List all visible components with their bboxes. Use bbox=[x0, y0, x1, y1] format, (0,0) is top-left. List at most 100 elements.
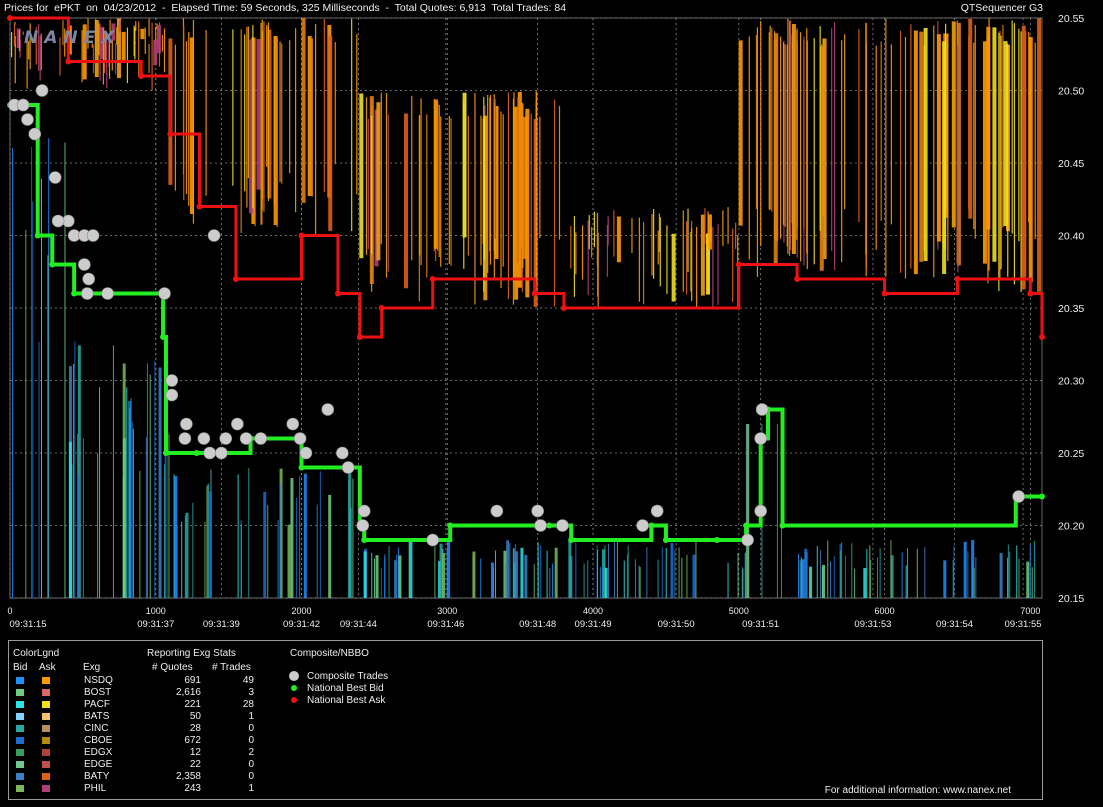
composite-trade-marker bbox=[28, 127, 42, 141]
bid-point bbox=[447, 522, 454, 529]
y-tick-label: 20.20 bbox=[1058, 521, 1084, 533]
time-tick-label: 09:31:55 bbox=[1005, 619, 1042, 630]
composite-trade-marker bbox=[336, 446, 349, 460]
composite-legend-marker bbox=[289, 671, 299, 681]
exchange-name: CBOE bbox=[84, 735, 113, 746]
trade-count: 0 bbox=[248, 735, 254, 746]
quote-count: 221 bbox=[184, 699, 201, 710]
composite-trade-marker bbox=[254, 432, 268, 445]
composite-trade-marker bbox=[741, 533, 754, 547]
composite-trade-marker bbox=[158, 287, 171, 300]
ask-point bbox=[334, 290, 341, 297]
quote-count: 28 bbox=[189, 723, 201, 734]
time-tick-label: 09:31:37 bbox=[137, 619, 174, 630]
ask-point bbox=[1039, 334, 1045, 340]
ask-column-header: Ask bbox=[39, 662, 56, 673]
trade-count: 0 bbox=[248, 771, 254, 782]
y-tick-label: 20.50 bbox=[1058, 86, 1084, 98]
composite-trade-marker bbox=[178, 432, 192, 445]
color-legend-title: ColorLgnd bbox=[13, 648, 60, 659]
bid-color-swatch bbox=[16, 677, 24, 684]
quote-count: 2,358 bbox=[175, 771, 201, 782]
x-tick-label: 2000 bbox=[292, 606, 312, 616]
ask-point bbox=[954, 276, 961, 282]
exchange-name: PHIL bbox=[84, 783, 107, 794]
trade-count: 1 bbox=[248, 711, 254, 722]
time-tick-label: 09:31:46 bbox=[427, 619, 464, 630]
composite-trade-marker bbox=[650, 504, 664, 518]
x-tick-label: 4000 bbox=[583, 606, 603, 616]
bid-point bbox=[568, 537, 575, 543]
composite-trade-marker bbox=[207, 229, 221, 242]
legend-panel: ColorLgnd Bid Ask Exg Reporting Exg Stat… bbox=[8, 640, 1043, 800]
y-tick-label: 20.15 bbox=[1058, 593, 1084, 605]
bid-point bbox=[34, 232, 41, 239]
composite-trade-marker bbox=[534, 519, 547, 532]
composite-trade-marker bbox=[636, 519, 649, 532]
bid-point bbox=[160, 334, 167, 340]
bid-color-swatch bbox=[16, 737, 24, 744]
trade-count: 49 bbox=[242, 675, 254, 686]
bid-point bbox=[743, 522, 750, 529]
stats-title: Reporting Exg Stats bbox=[147, 648, 236, 659]
ask-color-swatch bbox=[42, 749, 50, 756]
y-tick-label: 20.30 bbox=[1058, 376, 1084, 388]
composite-trade-marker bbox=[219, 432, 233, 445]
bid-point bbox=[779, 522, 786, 529]
composite-trade-marker bbox=[101, 287, 114, 300]
composite-trade-marker bbox=[293, 432, 307, 445]
quotes-column-header: # Quotes bbox=[152, 662, 193, 673]
bid-column-header: Bid bbox=[13, 662, 28, 673]
trade-count: 28 bbox=[242, 699, 254, 710]
ask-color-swatch bbox=[42, 677, 50, 684]
composite-trade-marker bbox=[341, 461, 355, 474]
quote-count: 691 bbox=[184, 675, 201, 686]
bid-color-swatch bbox=[16, 749, 24, 756]
composite-trade-marker bbox=[51, 214, 65, 228]
x-tick-label: 1000 bbox=[146, 606, 166, 616]
bid-point bbox=[546, 522, 553, 529]
composite-trade-marker bbox=[357, 504, 371, 518]
bid-color-swatch bbox=[16, 761, 24, 768]
nanex-watermark: NANEX bbox=[24, 28, 120, 48]
composite-trade-marker bbox=[78, 258, 91, 271]
bid-color-swatch bbox=[16, 701, 24, 708]
quote-count: 50 bbox=[189, 711, 201, 722]
trade-count: 1 bbox=[248, 783, 254, 794]
bid-point bbox=[361, 537, 368, 543]
price-chart: 20.15 20.20 20.25 20.30 20.35 20.40 20.45 20.50… bbox=[7, 13, 1084, 630]
composite-trade-marker bbox=[556, 519, 569, 532]
ask-color-swatch bbox=[42, 785, 50, 792]
composite-trade-marker bbox=[16, 98, 30, 112]
quote-count: 243 bbox=[184, 783, 201, 794]
ask-point bbox=[65, 58, 72, 65]
ask-color-swatch bbox=[42, 737, 50, 744]
bid-point bbox=[71, 290, 78, 297]
composite-trade-marker bbox=[21, 113, 34, 126]
composite-legend-label: National Best Bid bbox=[307, 683, 384, 694]
ask-point bbox=[429, 276, 436, 282]
composite-trade-marker bbox=[215, 446, 228, 460]
composite-trade-marker bbox=[35, 84, 49, 97]
trade-count: 0 bbox=[248, 759, 254, 770]
trade-count: 2 bbox=[248, 747, 254, 758]
exchange-name: EDGX bbox=[84, 747, 113, 758]
trades-column-header: # Trades bbox=[212, 662, 251, 673]
composite-trade-marker bbox=[80, 287, 94, 300]
ask-color-swatch bbox=[42, 701, 50, 708]
y-tick-label: 20.40 bbox=[1058, 231, 1084, 243]
quote-count: 672 bbox=[184, 735, 201, 746]
composite-legend-label: Composite Trades bbox=[307, 671, 389, 682]
time-tick-label: 09:31:51 bbox=[742, 619, 779, 630]
composite-trade-marker bbox=[299, 446, 313, 460]
time-tick-label: 09:31:50 bbox=[658, 619, 695, 630]
time-tick-label: 09:31:44 bbox=[340, 619, 377, 630]
exchange-name: BATS bbox=[84, 711, 110, 722]
bid-color-swatch bbox=[16, 725, 24, 732]
composite-trade-marker bbox=[1012, 490, 1025, 503]
ask-color-swatch bbox=[42, 689, 50, 696]
time-tick-label: 09:31:49 bbox=[575, 619, 612, 630]
composite-trade-marker bbox=[48, 171, 62, 184]
exchange-name: BATY bbox=[84, 771, 110, 782]
bid-point bbox=[49, 261, 56, 268]
